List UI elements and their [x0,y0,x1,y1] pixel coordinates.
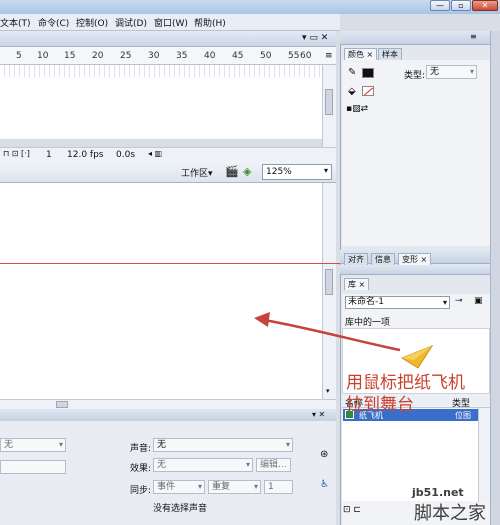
scroll-left-icon[interactable]: ◂ ▥ [148,149,162,158]
timeline-ruler: 5 10 15 20 25 30 35 40 45 50 55 60 ≡ [0,47,336,65]
watermark-name: 脚本之家 [414,503,486,524]
edit-symbols-icon[interactable]: ◈ [243,165,251,178]
repeat-select[interactable]: 重复 [208,480,261,494]
current-frame: 1 [46,150,52,160]
paper-plane-icon [400,344,434,369]
watermark-url: jb51.net [412,486,464,499]
menu-window[interactable]: 窗口(W) [154,16,188,29]
frame-label-select[interactable]: 无 [0,438,66,452]
tab-info[interactable]: 信息 [371,253,395,265]
zoom-value: 125% [266,167,292,177]
ruler-tick: 35 [176,51,188,61]
accessibility-icon[interactable]: ♿ [320,479,329,490]
properties-header: ▾ ✕ [0,409,336,421]
tab-transform[interactable]: 变形 × [398,253,432,265]
no-sound-text: 没有选择声音 [153,504,208,514]
type-label: 类型: [404,71,426,81]
library-scrollbar[interactable] [478,408,490,502]
help-icon[interactable]: ⊛ [320,449,328,460]
onion-skin-icon[interactable]: ⊓ ⊡ [·] [3,149,30,158]
menu-help[interactable]: 帮助(H) [194,16,226,29]
sound-label: 声音: [130,444,152,454]
panel-group-header [340,265,490,275]
scroll-thumb[interactable] [325,89,333,115]
timeline-frames[interactable] [0,65,322,77]
scroll-thumb[interactable] [325,269,333,295]
menu-text[interactable]: 文本(T) [0,16,31,29]
timeline-status-bar: ⊓ ⊡ [·] 1 12.0 fps 0.0s ◂ ▥ [0,147,336,161]
edit-button[interactable]: 编辑... [256,458,291,472]
chevron-down-icon: ▾ [442,298,447,307]
ruler-tick: 60 [300,51,312,61]
swap-colors-icon[interactable]: ▪▨⇄ [346,104,368,114]
fill-color-icon[interactable]: ⬙ [348,86,356,97]
timeline-menu-icon[interactable]: ≡ [325,51,333,61]
arrow-shaft [263,318,401,352]
title-bar: — ▫ ✕ [0,0,500,14]
panel-options-icon[interactable]: ▾ ✕ [312,410,325,419]
menu-command[interactable]: 命令(C) [38,16,69,29]
fill-swatch[interactable] [362,86,374,96]
pin-icon[interactable]: ⊸ [455,296,463,306]
scroll-thumb[interactable] [56,401,68,408]
ruler-tick: 10 [37,51,49,61]
ruler-tick: 40 [204,51,216,61]
effect-label: 效果: [130,464,152,474]
scroll-down-icon[interactable]: ▾ [326,387,330,395]
tab-align[interactable]: 对齐 [344,253,368,265]
annotation-caption: 用鼠标把纸飞机拉到舞台 [346,373,465,415]
tab-library[interactable]: 库 × [344,278,370,290]
timeline-header: ▾ ▭ ✕ [0,31,336,47]
stroke-swatch[interactable] [362,68,374,78]
panel-options-icon[interactable]: ▾ ▭ ✕ [302,33,328,43]
ruler-tick: 20 [92,51,104,61]
repeat-count-input[interactable]: 1 [264,480,293,494]
ruler-tick: 45 [232,51,244,61]
stage-horizontal-scrollbar[interactable] [0,399,336,409]
zoom-select[interactable]: 125% ▾ [262,164,332,180]
color-panel: ✎ 类型: 无 ⬙ ▪▨⇄ [342,60,490,246]
ruler-tick: 15 [64,51,76,61]
no-color-mark [363,87,374,96]
effect-select[interactable]: 无 [153,458,253,472]
timeline-scrollbar[interactable] [322,65,336,147]
maximize-button[interactable]: ▫ [451,0,471,11]
arrow-head [254,312,270,327]
new-library-panel-icon[interactable]: ▣ [474,296,483,306]
sound-select[interactable]: 无 [153,438,293,452]
menu-debug[interactable]: 调试(D) [115,16,147,29]
timeline-frames-area[interactable] [0,77,322,139]
fill-type-select[interactable]: 无 [426,65,477,79]
panel-group-header: ≡ [340,31,490,45]
guide-line [0,263,342,264]
menu-bar: 文本(T) 命令(C) 控制(O) 调试(D) 窗口(W) 帮助(H) [0,14,340,31]
chevron-down-icon: ▾ [323,166,328,175]
sync-select[interactable]: 事件 [153,480,205,494]
panel-options-icon[interactable]: ≡ [470,32,477,41]
dock-scrollbar[interactable] [490,31,500,525]
sync-label: 同步: [130,486,152,496]
frame-type-field[interactable] [0,460,66,474]
stroke-color-icon[interactable]: ✎ [348,67,356,78]
minimize-button[interactable]: — [430,0,450,11]
ruler-tick: 30 [148,51,160,61]
ruler-tick: 55 [288,51,300,61]
ruler-tick: 50 [260,51,272,61]
elapsed-time: 0.0s [116,150,136,160]
workspace-button[interactable]: 工作区▾ [181,166,213,179]
close-button[interactable]: ✕ [472,0,498,11]
library-new-symbol-icon[interactable]: ⊡ ⊏ [343,505,361,515]
frame-rate: 12.0 fps [67,150,104,160]
tab-swatches[interactable]: 样本 [378,48,402,60]
menu-control[interactable]: 控制(O) [76,16,108,29]
ruler-tick: 25 [120,51,132,61]
edit-scene-icon[interactable]: 🎬 [225,165,239,178]
ruler-tick: 5 [16,51,22,61]
tab-color[interactable]: 颜色 × [344,48,378,60]
